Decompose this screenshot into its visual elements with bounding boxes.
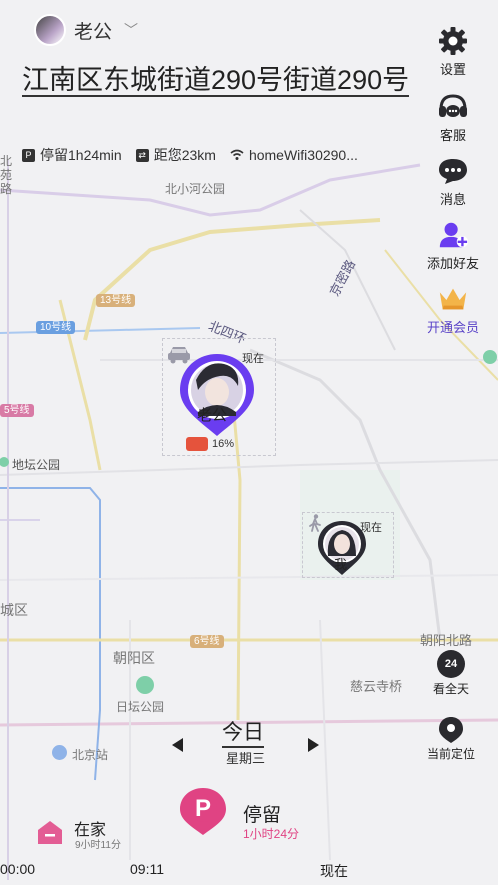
avatar: [34, 14, 66, 46]
stay-duration: 1小时24分: [243, 827, 300, 841]
home-duration: 9小时11分: [75, 840, 121, 851]
add-friend-button[interactable]: 添加好友: [408, 220, 498, 272]
weekday-label: 星期三: [226, 751, 266, 766]
stay-pin-letter: P: [195, 795, 211, 822]
husband-location-pin[interactable]: [176, 350, 258, 440]
ritan-park-icon: [136, 676, 154, 694]
membership-button[interactable]: 开通会员: [408, 284, 498, 336]
map-label-district-left: 城区: [0, 602, 28, 618]
stay-title: 停留: [243, 805, 282, 826]
date-label: 今日: [222, 720, 264, 748]
app-root: 北 苑 路 北小河公园 13号线 10号线 5号线 京密路 北四环 地坛公园 城…: [0, 0, 498, 885]
clock-24-icon: 24: [437, 650, 465, 678]
map-label-line10: 10号线: [36, 321, 76, 334]
distance-info-text: 距您23km: [153, 147, 216, 163]
all-day-label: 看全天: [432, 682, 469, 696]
map-label-chaoyang-north-road: 朝阳北路: [420, 633, 473, 648]
beijing-station-icon: [52, 745, 67, 760]
stay-pin-icon[interactable]: P: [178, 786, 228, 836]
customer-service-button[interactable]: 客服: [408, 92, 498, 144]
all-day-button[interactable]: 24 看全天: [424, 650, 478, 697]
distance-info: ⇄ 距您23km: [135, 145, 216, 165]
timeline-end: 现在: [320, 863, 348, 879]
gear-icon: [437, 26, 469, 56]
membership-label: 开通会员: [426, 320, 479, 335]
timeline-mid: 09:11: [130, 861, 164, 877]
add-friend-label: 添加好友: [426, 256, 479, 271]
address-text: 江南区东城街道290号街道290号: [22, 65, 410, 97]
stay-info: P 停留1h24min: [22, 145, 122, 165]
chevron-down-icon: ﹀: [124, 22, 139, 38]
parking-icon: P: [22, 148, 35, 162]
date-navigator: 今日 星期三: [160, 716, 340, 772]
stay-info-text: 停留1h24min: [40, 147, 122, 163]
messages-button[interactable]: 消息: [408, 156, 498, 208]
map-label-ditan-park: 地坛公园: [12, 458, 61, 472]
all-day-badge: 24: [444, 658, 458, 670]
battery-badge: 16%: [186, 437, 234, 451]
location-pin-icon: [438, 716, 464, 744]
map-label-ritan-park: 日坛公园: [116, 700, 165, 714]
crown-icon: [437, 284, 469, 314]
status-info-row: P 停留1h24min ⇄ 距您23km homeWifi30290...: [22, 145, 358, 165]
customer-service-label: 客服: [439, 128, 466, 143]
map-label-line5: 5号线: [0, 404, 34, 417]
chat-bubble-icon: [437, 156, 469, 186]
add-friend-icon: [437, 220, 469, 250]
address-title: 江南区东城街道290号街道290号: [22, 60, 422, 100]
map-label-line6: 6号线: [190, 635, 224, 648]
user-switcher[interactable]: 老公 ﹀: [34, 14, 138, 46]
map-label-line13: 13号线: [96, 294, 136, 307]
settings-label: 设置: [439, 62, 466, 77]
husband-name-label: 老公: [197, 407, 228, 424]
battery-icon: [186, 437, 208, 451]
settings-button[interactable]: 设置: [408, 26, 498, 78]
previous-day-button[interactable]: [172, 738, 183, 752]
user-name: 老公: [74, 21, 113, 43]
headset-icon: [437, 92, 469, 122]
timeline-start: 00:00: [0, 861, 36, 877]
home-icon: [36, 819, 64, 845]
right-menu: 设置 客服 消息 添加好友 开通会员: [408, 26, 498, 336]
next-day-button[interactable]: [308, 738, 319, 752]
messages-label: 消息: [439, 192, 466, 207]
map-label-chaoyang-district: 朝阳区: [113, 650, 155, 666]
map-label-ciyun-temple-bridge: 慈云寺桥: [350, 679, 403, 694]
wifi-icon: [230, 149, 244, 160]
me-name-label: 我: [334, 557, 348, 572]
map-label-beixiaohe-park: 北小河公园: [165, 182, 226, 196]
locate-button[interactable]: 当前定位: [418, 716, 484, 762]
wifi-info: homeWifi30290...: [230, 147, 358, 163]
map-label-district-left-top-3: 路: [0, 182, 13, 196]
timeline-axis[interactable]: 00:00 09:11 现在: [0, 858, 498, 885]
wifi-info-text: homeWifi30290...: [248, 147, 358, 163]
map-label-beijing-station: 北京站: [72, 748, 109, 762]
locate-label: 当前定位: [426, 747, 475, 761]
battery-level: 16%: [212, 438, 235, 450]
distance-icon: ⇄: [135, 148, 149, 162]
